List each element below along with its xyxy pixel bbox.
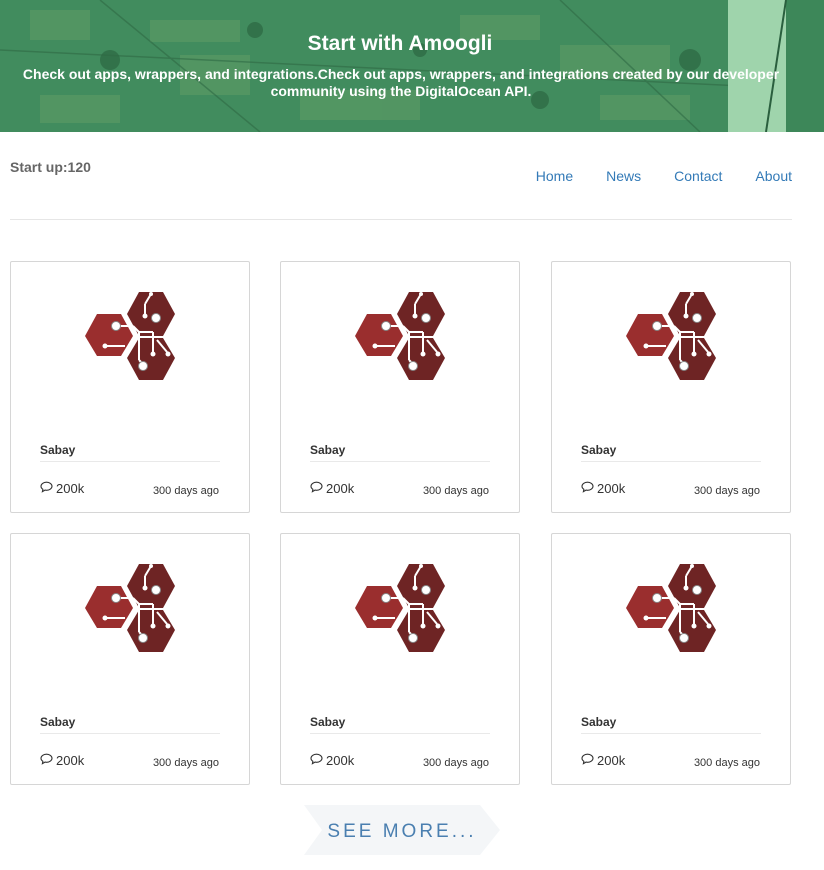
hexagon-circuit-logo-icon bbox=[353, 290, 449, 382]
speech-bubble-icon bbox=[40, 481, 56, 496]
speech-bubble-icon bbox=[40, 753, 56, 768]
hexagon-circuit-logo-icon bbox=[624, 562, 720, 654]
card-divider bbox=[40, 461, 220, 462]
hero-banner: Start with Amoogli Check out apps, wrapp… bbox=[0, 0, 824, 132]
speech-bubble-icon bbox=[581, 481, 597, 496]
card-app-name[interactable]: Sabay bbox=[310, 443, 345, 457]
card-age: 300 days ago bbox=[693, 757, 760, 769]
app-card[interactable]: Sabay 200k 300 days ago bbox=[10, 533, 250, 785]
hexagon-circuit-logo-icon bbox=[83, 290, 179, 382]
card-comments: 200k bbox=[40, 753, 84, 768]
card-comment-count: 200k bbox=[326, 753, 355, 768]
nav-news[interactable]: News bbox=[606, 168, 641, 184]
card-comment-count: 200k bbox=[56, 481, 85, 496]
main-nav: Home News Contact About bbox=[503, 168, 792, 184]
card-age: 300 days ago bbox=[422, 757, 489, 769]
card-comments: 200k bbox=[310, 481, 354, 496]
card-divider bbox=[581, 733, 761, 734]
nav-about[interactable]: About bbox=[755, 168, 792, 184]
app-card[interactable]: Sabay 200k 300 days ago bbox=[551, 261, 791, 513]
card-app-name[interactable]: Sabay bbox=[40, 715, 75, 729]
card-age: 300 days ago bbox=[152, 485, 219, 497]
card-comments: 200k bbox=[581, 481, 625, 496]
speech-bubble-icon bbox=[310, 481, 326, 496]
card-comments: 200k bbox=[581, 753, 625, 768]
card-app-name[interactable]: Sabay bbox=[40, 443, 75, 457]
card-divider bbox=[40, 733, 220, 734]
hero-title: Start with Amoogli bbox=[307, 32, 493, 55]
card-divider bbox=[310, 733, 490, 734]
card-comment-count: 200k bbox=[326, 481, 355, 496]
app-card[interactable]: Sabay 200k 300 days ago bbox=[551, 533, 791, 785]
hero-subtitle: Check out apps, wrappers, and integratio… bbox=[22, 66, 780, 99]
card-app-name[interactable]: Sabay bbox=[310, 715, 345, 729]
card-age: 300 days ago bbox=[422, 485, 489, 497]
card-comment-count: 200k bbox=[597, 753, 626, 768]
card-comment-count: 200k bbox=[56, 753, 85, 768]
startup-count-label: Start up:120 bbox=[10, 159, 91, 175]
hexagon-circuit-logo-icon bbox=[353, 562, 449, 654]
app-card[interactable]: Sabay 200k 300 days ago bbox=[280, 261, 520, 513]
speech-bubble-icon bbox=[310, 753, 326, 768]
card-app-name[interactable]: Sabay bbox=[581, 715, 616, 729]
card-divider bbox=[310, 461, 490, 462]
card-comment-count: 200k bbox=[597, 481, 626, 496]
card-comments: 200k bbox=[310, 753, 354, 768]
app-card[interactable]: Sabay 200k 300 days ago bbox=[10, 261, 250, 513]
card-age: 300 days ago bbox=[693, 485, 760, 497]
card-app-name[interactable]: Sabay bbox=[581, 443, 616, 457]
nav-contact[interactable]: Contact bbox=[674, 168, 722, 184]
hexagon-circuit-logo-icon bbox=[83, 562, 179, 654]
card-comments: 200k bbox=[40, 481, 84, 496]
header-divider bbox=[10, 219, 792, 220]
speech-bubble-icon bbox=[581, 753, 597, 768]
card-divider bbox=[581, 461, 761, 462]
nav-home[interactable]: Home bbox=[536, 168, 573, 184]
hexagon-circuit-logo-icon bbox=[624, 290, 720, 382]
see-more-button[interactable]: SEE MORE... bbox=[304, 805, 500, 855]
see-more-label: SEE MORE... bbox=[327, 821, 477, 842]
app-card[interactable]: Sabay 200k 300 days ago bbox=[280, 533, 520, 785]
card-age: 300 days ago bbox=[152, 757, 219, 769]
